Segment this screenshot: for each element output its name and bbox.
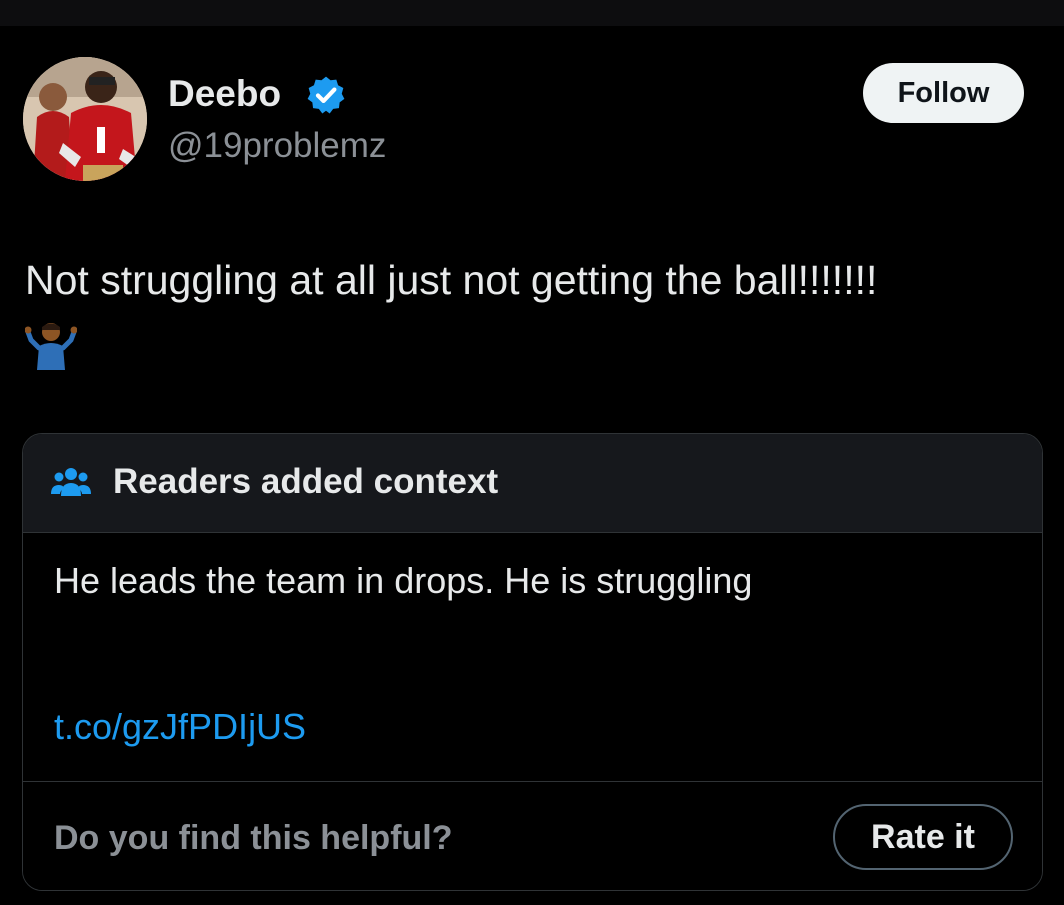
note-title: Readers added context	[113, 462, 499, 501]
player-avatar-icon	[23, 57, 147, 181]
note-footer: Do you find this helpful? Rate it	[23, 781, 1042, 890]
note-body: He leads the team in drops. He is strugg…	[54, 560, 753, 601]
shrug-emoji-icon	[25, 323, 77, 370]
verified-badge-icon	[307, 76, 345, 114]
display-name[interactable]: Deebo	[168, 72, 281, 116]
avatar[interactable]	[23, 57, 147, 181]
follow-button[interactable]: Follow	[863, 63, 1024, 123]
tweet-text: Not struggling at all just not getting t…	[25, 257, 878, 303]
top-bar	[0, 0, 1064, 26]
note-source-link[interactable]: t.co/gzJfPDIjUS	[54, 704, 306, 750]
user-handle[interactable]: @19problemz	[168, 124, 386, 168]
community-note-card: Readers added context He leads the team …	[22, 433, 1043, 891]
helpful-question: Do you find this helpful?	[54, 819, 453, 857]
rate-it-button[interactable]: Rate it	[833, 804, 1013, 870]
people-icon	[51, 468, 91, 496]
note-header: Readers added context	[23, 434, 1042, 533]
